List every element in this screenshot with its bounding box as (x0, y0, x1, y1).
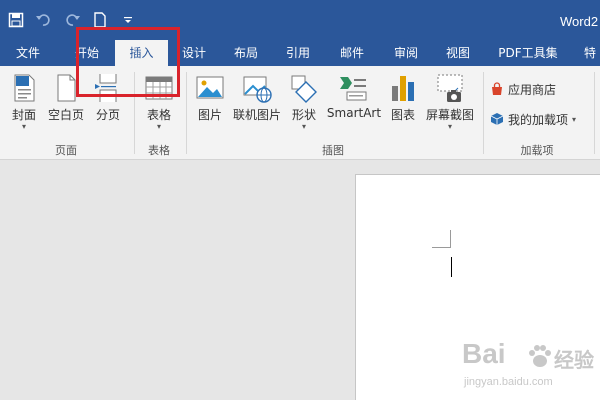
cover-page-icon (8, 72, 40, 104)
group-separator (186, 72, 187, 154)
cover-page-dropdown-arrow: ▾ (21, 122, 26, 131)
tab-view[interactable]: 视图 (434, 40, 482, 66)
watermark-url: jingyan.baidu.com (464, 376, 553, 388)
screenshot-dropdown-arrow: ▾ (447, 122, 452, 131)
tables-group-label: 表格 (148, 144, 170, 157)
tab-mailings[interactable]: 邮件 (328, 40, 376, 66)
illustrations-group-label: 插图 (322, 144, 344, 157)
screenshot-button[interactable]: 屏幕截图 ▾ (424, 72, 476, 142)
online-picture-icon (241, 72, 273, 104)
addins-cube-icon (490, 113, 504, 125)
watermark: Bai 经验 jingyan.baidu.com (462, 338, 594, 394)
screenshot-label: 屏幕截图 (425, 108, 474, 122)
online-pictures-label: 联机图片 (232, 108, 281, 122)
my-addins-dropdown-arrow[interactable]: ▾ (572, 115, 576, 124)
highlight-annotation-box (76, 27, 180, 97)
smartart-button[interactable]: SmartArt (326, 72, 382, 142)
page-break-label: 分页 (95, 108, 120, 122)
blank-page-label: 空白页 (47, 108, 84, 122)
shapes-button[interactable]: 形状 ▾ (288, 72, 320, 142)
tab-more[interactable]: 特 (580, 40, 600, 66)
smartart-label: SmartArt (326, 106, 382, 120)
group-separator (594, 72, 595, 154)
paw-logo-icon (529, 345, 551, 367)
pictures-button[interactable]: 图片 (193, 72, 227, 142)
table-label: 表格 (146, 108, 171, 122)
window-title: Word2 (560, 14, 599, 29)
chart-button[interactable]: 图表 (386, 72, 420, 142)
tab-file[interactable]: 文件 (4, 40, 52, 66)
margin-corner-mark (450, 230, 451, 248)
pages-group-label: 页面 (55, 144, 77, 157)
save-icon[interactable] (6, 10, 26, 30)
cover-page-label: 封面 (11, 108, 36, 122)
store-bag-icon (492, 82, 502, 95)
tab-references[interactable]: 引用 (274, 40, 322, 66)
chart-label: 图表 (390, 108, 415, 122)
my-addins-button[interactable]: 我的加载项 ▾ (490, 108, 576, 130)
online-pictures-button[interactable]: 联机图片 (231, 72, 283, 142)
chart-icon (387, 72, 419, 104)
tab-review[interactable]: 审阅 (382, 40, 430, 66)
watermark-brand: Bai (462, 338, 506, 369)
picture-icon (194, 72, 226, 104)
office-store-button[interactable]: 应用商店 (490, 78, 556, 100)
office-store-label: 应用商店 (508, 82, 557, 97)
watermark-cn: 经验 (554, 348, 594, 372)
addins-group-label: 加载项 (520, 144, 554, 157)
screenshot-icon (434, 72, 466, 104)
tab-pdf-tools[interactable]: PDF工具集 (492, 40, 564, 66)
table-dropdown-arrow: ▾ (156, 122, 161, 131)
undo-icon[interactable] (34, 10, 54, 30)
shapes-label: 形状 (291, 108, 316, 122)
margin-corner-mark (432, 247, 451, 248)
text-cursor (451, 257, 452, 277)
tab-layout[interactable]: 布局 (222, 40, 270, 66)
cover-page-button[interactable]: 封面 ▾ (6, 72, 42, 142)
my-addins-label: 我的加载项 (508, 112, 569, 127)
smartart-icon (338, 72, 370, 104)
group-separator (483, 72, 484, 154)
shapes-icon (288, 72, 320, 104)
shapes-dropdown-arrow: ▾ (301, 122, 306, 131)
pictures-label: 图片 (197, 108, 222, 122)
